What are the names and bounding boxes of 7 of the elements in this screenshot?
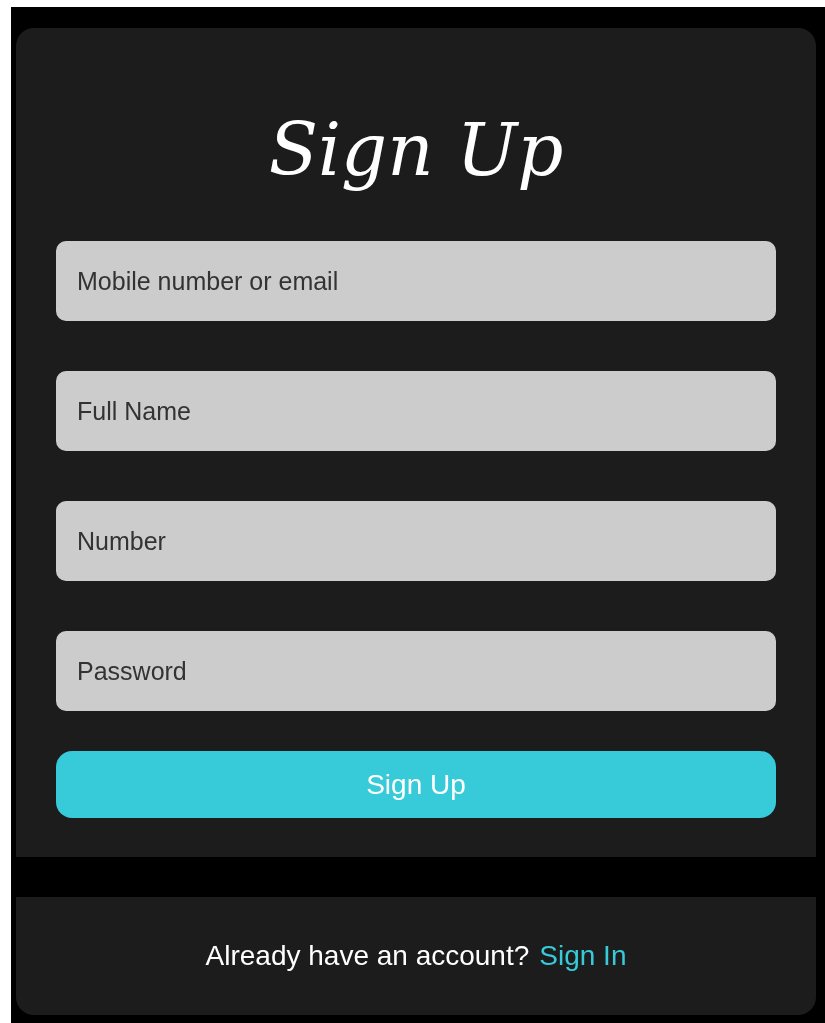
input-field[interactable]: Number bbox=[56, 501, 776, 581]
sign-in-link[interactable]: Sign In bbox=[539, 935, 627, 977]
account-prompt: Already have an account? bbox=[205, 939, 530, 973]
title: Sign Up bbox=[268, 107, 564, 194]
input-field[interactable]: Password bbox=[56, 631, 776, 711]
input-field[interactable]: Mobile number or email bbox=[56, 241, 776, 321]
input-field[interactable]: Full Name bbox=[56, 371, 776, 451]
